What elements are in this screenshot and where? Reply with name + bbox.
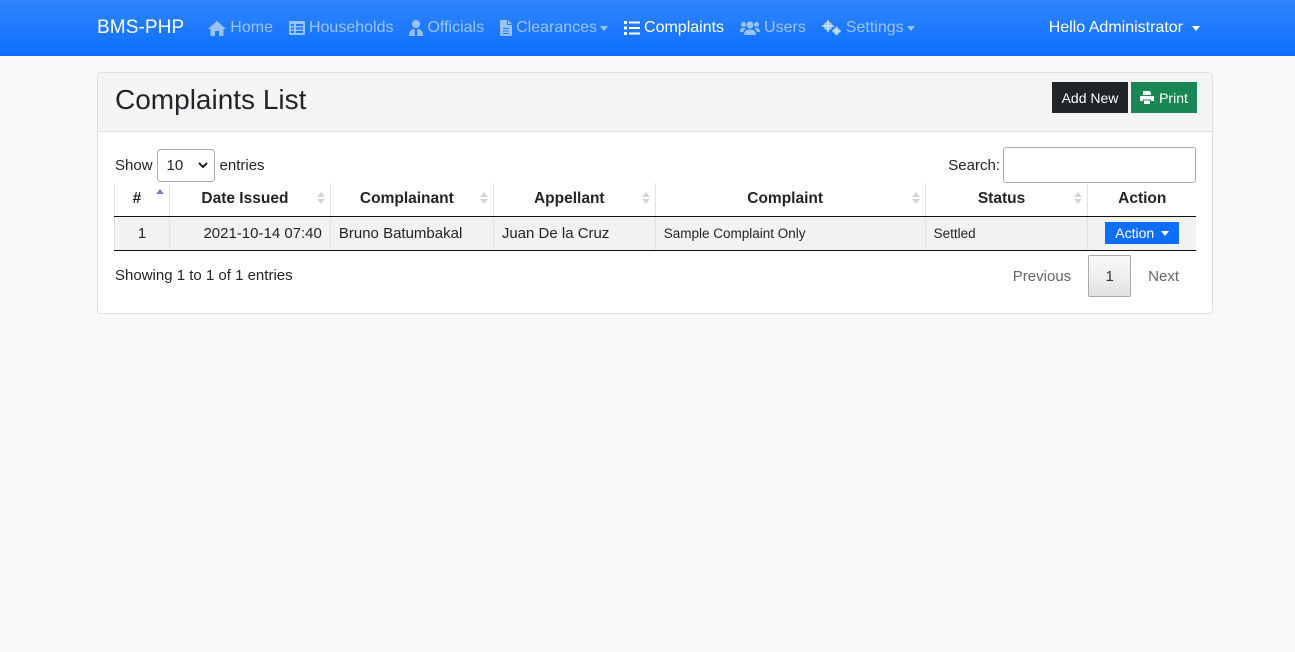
action-dropdown-button[interactable]: Action [1105, 222, 1180, 244]
column-header-complaint[interactable]: Complaint [654, 183, 926, 217]
sort-icon [316, 192, 325, 208]
cell-status: Settled [924, 216, 1088, 251]
table-row: 1 2021-10-14 07:40 Bruno Batumbakal Juan… [114, 216, 1196, 251]
main-nav: Home Households Officials Clearances Com… [208, 0, 930, 56]
users-icon [740, 21, 761, 35]
nav-label: Households [308, 19, 394, 36]
nav-item-households[interactable]: Households [288, 19, 394, 37]
nav-label: Officials [427, 19, 485, 36]
column-header-date-issued[interactable]: Date Issued [168, 183, 331, 217]
nav-item-users[interactable]: Users [740, 19, 806, 37]
user-menu-dropdown[interactable]: Hello Administrator [1049, 0, 1200, 56]
cell-number: 1 [114, 216, 170, 251]
chevron-down-icon [1192, 25, 1200, 31]
column-header-appellant[interactable]: Appellant [492, 183, 656, 217]
print-label: Print [1159, 89, 1188, 106]
add-new-button[interactable]: Add New [1052, 82, 1128, 113]
cell-complaint: Sample Complaint Only [654, 216, 926, 251]
cell-appellant: Juan De la Cruz [492, 216, 656, 251]
pagination: Previous 1 Next [996, 255, 1196, 297]
column-header-number[interactable]: # [114, 183, 170, 217]
print-button[interactable]: Print [1131, 82, 1197, 113]
chevron-down-icon [906, 25, 915, 31]
chevron-down-icon [197, 162, 208, 169]
home-icon [208, 20, 227, 36]
search-input[interactable] [1003, 147, 1196, 183]
user-tie-icon [409, 20, 424, 36]
sort-icon [479, 192, 488, 208]
chevron-down-icon [1161, 230, 1170, 236]
sort-icon [641, 192, 650, 208]
column-header-action: Action [1087, 183, 1196, 217]
cell-complainant: Bruno Batumbakal [329, 216, 494, 251]
table-header-row: # Date Issued Complainant Appellant Comp… [114, 183, 1196, 217]
search-label: Search: [948, 156, 1000, 174]
sort-icon [1074, 192, 1083, 208]
nav-item-settings[interactable]: Settings [821, 19, 915, 37]
column-header-complainant[interactable]: Complainant [329, 183, 494, 217]
page-length-value: 10 [166, 157, 184, 174]
complaints-table: # Date Issued Complainant Appellant Comp… [114, 183, 1196, 251]
print-icon [1140, 91, 1155, 104]
list-icon [624, 21, 641, 35]
previous-page-button[interactable]: Previous [996, 268, 1088, 285]
cell-date-issued: 2021-10-14 07:40 [168, 216, 331, 251]
user-greeting: Hello Administrator [1048, 19, 1183, 36]
nav-label: Settings [845, 19, 904, 36]
complaints-card: Complaints List Add New Print Show 10 en… [97, 72, 1213, 314]
column-header-status[interactable]: Status [924, 183, 1088, 217]
cell-action: Action [1087, 216, 1196, 251]
nav-label: Home [230, 19, 273, 36]
nav-label: Complaints [644, 19, 725, 36]
nav-label: Clearances [516, 19, 598, 36]
entries-label: entries [219, 157, 265, 174]
card-header: Complaints List Add New Print [98, 73, 1212, 132]
nav-item-officials[interactable]: Officials [409, 19, 484, 37]
sort-icon [911, 192, 920, 208]
table-icon [288, 21, 305, 35]
nav-label: Users [764, 19, 806, 36]
sort-ascending-icon [155, 189, 164, 205]
nav-item-clearances[interactable]: Clearances [500, 19, 609, 37]
show-label: Show [115, 157, 153, 174]
cogs-icon [821, 20, 841, 36]
next-page-button[interactable]: Next [1131, 268, 1196, 285]
nav-item-home[interactable]: Home [208, 19, 273, 37]
file-icon [500, 20, 513, 36]
page-length-select[interactable]: 10 [156, 149, 215, 182]
page-title: Complaints List [115, 84, 307, 115]
brand-logo[interactable]: BMS-PHP [97, 17, 184, 39]
page-button-current[interactable]: 1 [1088, 255, 1132, 297]
nav-item-complaints[interactable]: Complaints [624, 19, 724, 37]
page-length-control: Show 10 entries [115, 149, 265, 182]
search-control: Search: [948, 147, 1196, 183]
table-info: Showing 1 to 1 of 1 entries [115, 267, 293, 284]
chevron-down-icon [600, 25, 609, 31]
top-navbar: BMS-PHP Home Households Officials Cleara… [0, 0, 1295, 56]
